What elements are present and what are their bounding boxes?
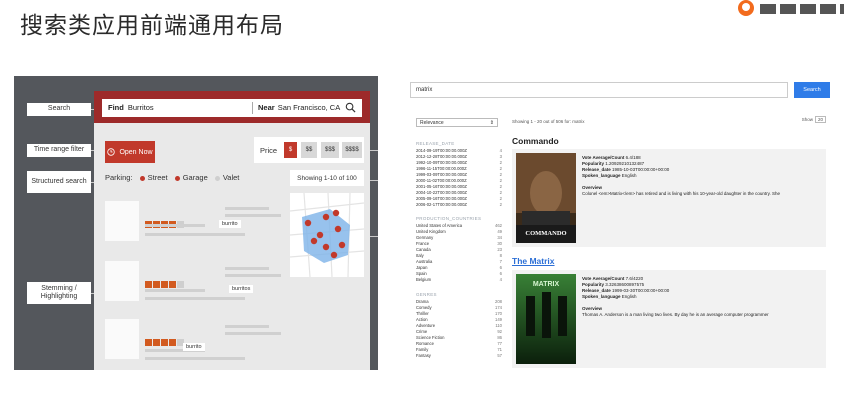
logo-mark-icon [738, 0, 754, 16]
search-ui-illustration: Search Time range filter Structured sear… [14, 76, 378, 370]
facet-release-date: RELEASE_DATE 2014-09-19T00:00:00.000Z 4 2… [416, 141, 502, 208]
price-label: Price [260, 146, 278, 155]
star-rating [145, 273, 185, 288]
facet-item[interactable]: Fantasy 57 [416, 353, 502, 359]
price-option-3[interactable]: $$$ [321, 142, 339, 158]
price-filter: Price $ $$ $$$ $$$$ [254, 137, 364, 163]
search-app-mockup: Find Burritos Near San Francisco, CA Open … [94, 91, 370, 370]
highlight-tag: burritos [229, 285, 254, 293]
text-placeholder [145, 289, 205, 292]
near-value: San Francisco, CA [277, 103, 341, 112]
overview-text: Colonel <em>Matrix</em> has retired and … [582, 191, 781, 196]
facet-heading: RELEASE_DATE [416, 141, 455, 146]
text-placeholder [225, 267, 269, 270]
sort-chevron-icon: ⇕ [489, 120, 494, 126]
clock-icon [107, 148, 116, 156]
result-thumbnail [105, 319, 139, 359]
callout-stemming-highlighting: Stemming / Highlighting [27, 282, 91, 304]
result-thumbnail [105, 261, 139, 301]
callout-time-range-filter: Time range filter [27, 144, 91, 157]
result-card: COMMANDO Vote Average/Count 6.4/188 Popu… [512, 149, 826, 247]
poster-caption: COMMANDO [525, 230, 566, 237]
field-divider [252, 102, 253, 114]
overview-text: Thomas A. Anderson is a man living two l… [582, 312, 769, 317]
result-card: MATRIX Vote Average/Count 7.6/4220 Popul… [512, 270, 826, 368]
slide-title: 搜索类应用前端通用布局 [20, 13, 284, 39]
result-details: Vote Average/Count 6.4/188 Popularity 1.… [582, 155, 822, 197]
results-summary: Showing 1 - 20 out of 506 for: matrix [512, 119, 585, 124]
facet-item[interactable]: 2006-02-17T00:00:00.000Z 2 [416, 202, 502, 208]
page-size-label: Show [801, 117, 813, 122]
near-field[interactable]: Near San Francisco, CA [258, 103, 340, 112]
find-field[interactable]: Find Burritos [108, 103, 154, 112]
text-placeholder [225, 332, 281, 335]
poster-caption: MATRIX [533, 281, 560, 288]
valet-radio[interactable] [214, 175, 220, 181]
price-option-1[interactable]: $ [284, 142, 297, 158]
result-title-link[interactable]: The Matrix [512, 256, 555, 266]
parking-filter: Parking: Street Garage Valet [105, 173, 239, 182]
callout-structured-search: Structured search [27, 171, 91, 193]
valet-label[interactable]: Valet [223, 173, 240, 182]
text-placeholder [225, 214, 281, 217]
movie-poster[interactable]: COMMANDO [516, 153, 576, 243]
search-icon[interactable] [345, 102, 356, 113]
callout-search: Search [27, 103, 91, 116]
facet-item[interactable]: Belgium 4 [416, 277, 502, 283]
result-title[interactable]: Commando [512, 136, 559, 146]
text-placeholder [225, 207, 269, 210]
text-placeholder [145, 357, 245, 360]
near-label: Near [258, 103, 275, 112]
facet-heading: PRODUCTION_COUNTRIES [416, 216, 482, 221]
search-button[interactable]: Search [794, 82, 830, 98]
street-label[interactable]: Street [148, 173, 168, 182]
results-count: Showing 1-10 of 100 [290, 170, 364, 186]
movie-poster[interactable]: MATRIX [516, 274, 576, 364]
price-option-4[interactable]: $$$$ [342, 142, 362, 158]
search-bar[interactable]: Find Burritos Near San Francisco, CA [102, 99, 362, 117]
result-details: Vote Average/Count 7.6/4220 Popularity 3… [582, 276, 822, 318]
company-logo [738, 0, 848, 18]
facet-heading: GENRES [416, 292, 437, 297]
garage-label[interactable]: Garage [183, 173, 208, 182]
open-now-button[interactable]: Open Now [105, 141, 155, 163]
text-placeholder [145, 233, 245, 236]
page-size-select[interactable]: 20 [814, 116, 826, 123]
price-option-2[interactable]: $$ [301, 142, 317, 158]
text-placeholder [145, 297, 245, 300]
text-placeholder [145, 224, 205, 227]
movie-search-app: matrix Search Relevance ⇕ Showing 1 - 20… [402, 78, 840, 372]
result-item[interactable]: burrito [105, 319, 285, 367]
logo-wordmark [760, 4, 844, 14]
page-size-control[interactable]: Show 20 [801, 116, 826, 123]
open-now-label: Open Now [119, 148, 153, 156]
find-label: Find [108, 103, 124, 112]
sort-selected: Relevance [420, 120, 444, 126]
highlight-tag: burrito [219, 220, 241, 228]
garage-radio[interactable] [174, 175, 180, 181]
result-item[interactable]: burrito [105, 201, 285, 249]
facet-genres: GENRES Drama 208 Comedy 174 Thriller 170 Ac… [416, 292, 502, 359]
find-value: Burritos [127, 103, 154, 112]
sort-select[interactable]: Relevance ⇕ [416, 118, 498, 127]
star-rating [145, 331, 185, 346]
result-thumbnail [105, 201, 139, 241]
map-graphic [289, 192, 365, 278]
street-radio[interactable] [139, 175, 145, 181]
slide: 搜索类应用前端通用布局 Search Time range filter Str… [0, 0, 856, 414]
search-header-bar: Find Burritos Near San Francisco, CA [94, 91, 370, 123]
search-input[interactable]: matrix [410, 82, 788, 98]
result-item[interactable]: burritos [105, 261, 285, 309]
text-placeholder [225, 274, 281, 277]
results-map[interactable] [289, 192, 365, 278]
star-rating [145, 213, 185, 228]
facet-production-countries: PRODUCTION_COUNTRIES United States of Am… [416, 216, 502, 283]
parking-label: Parking: [105, 173, 133, 182]
text-placeholder [225, 325, 269, 328]
highlight-tag: burrito [183, 343, 205, 351]
